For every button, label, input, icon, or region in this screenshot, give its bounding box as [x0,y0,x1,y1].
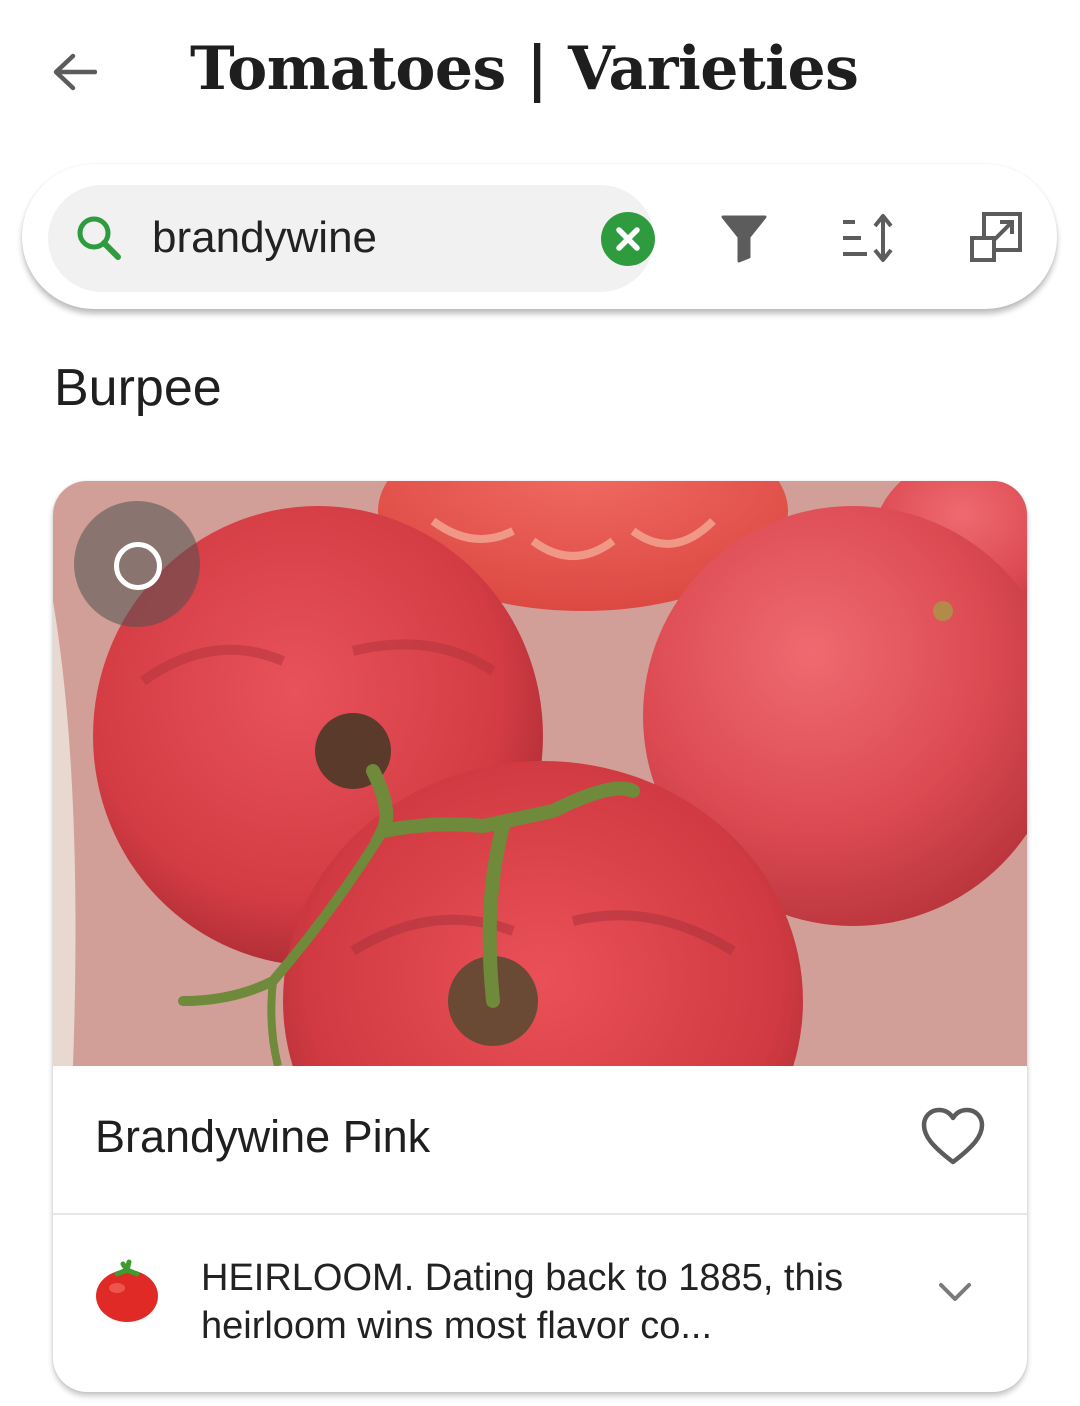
expand-view-icon [970,212,1022,262]
search-toolbar [22,164,1057,309]
clear-icon [616,227,640,251]
favorite-button[interactable] [920,1106,986,1168]
tomato-icon [96,1259,158,1322]
expand-view-button[interactable] [966,208,1026,268]
sort-button[interactable] [838,208,898,268]
chevron-down-icon [939,1283,971,1301]
arrow-left-icon [53,53,97,91]
filter-button[interactable] [714,208,774,268]
variety-description: HEIRLOOM. Dating back to 1885, this heir… [201,1257,844,1347]
search-input[interactable] [152,205,562,271]
search-icon [77,216,121,260]
expand-description-button[interactable] [931,1271,979,1311]
card-divider [53,1213,1027,1215]
select-toggle[interactable] [74,501,200,627]
search-field[interactable] [48,185,655,292]
section-heading: Burpee [54,359,222,417]
select-circle-icon [114,542,162,590]
variety-card[interactable]: Brandywine Pink HEIRLOOM. Dating back to… [53,481,1027,1392]
app-header: Tomatoes | Varieties [0,0,1080,145]
back-button[interactable] [40,40,108,104]
sort-icon [843,214,893,262]
variety-name: Brandywine Pink [95,1111,431,1162]
filter-icon [721,215,767,263]
heart-icon [921,1107,985,1165]
clear-search-button[interactable] [601,212,655,266]
page-title: Tomatoes | Varieties [190,34,859,104]
